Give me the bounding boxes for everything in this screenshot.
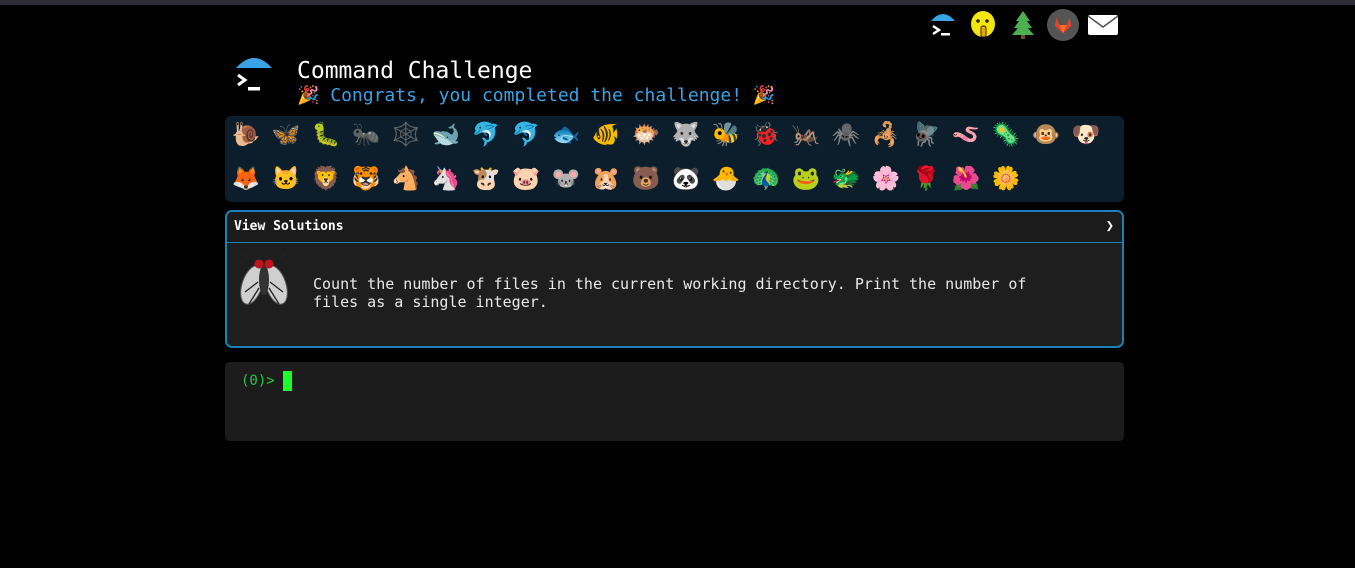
fox-icon[interactable]: 🦊 <box>229 162 263 196</box>
microbe-icon[interactable]: 🦠 <box>989 118 1023 152</box>
view-solutions-label: View Solutions <box>234 219 344 234</box>
mouse-icon[interactable]: 🐭 <box>549 162 583 196</box>
challenge-animal-grid: 🐌 🦋 🐛 🐜 🕸️ 🐋 🐬 🐬 🐟 🐠 🐡 🐺 🐝 🐞 🦗 🕷️ 🦂 🪰 🪱 … <box>225 116 1124 202</box>
butterfly-icon[interactable]: 🦋 <box>269 118 303 152</box>
spider-icon[interactable]: 🕷️ <box>829 118 863 152</box>
tiger-icon[interactable]: 🐯 <box>349 162 383 196</box>
tropical-fish-icon[interactable]: 🐠 <box>589 118 623 152</box>
terminal-input[interactable]: (0)> <box>225 362 1124 441</box>
tree-icon[interactable] <box>1006 8 1040 42</box>
unicorn-icon[interactable]: 🦄 <box>429 162 463 196</box>
hamster-icon[interactable]: 🐹 <box>589 162 623 196</box>
hatching-chick-icon[interactable]: 🐣 <box>709 162 743 196</box>
dragon-icon[interactable]: 🐲 <box>829 162 863 196</box>
hibiscus-icon[interactable]: 🌺 <box>949 162 983 196</box>
scorpion-icon[interactable]: 🦂 <box>869 118 903 152</box>
terminal-prompt: (0)> <box>241 373 275 389</box>
top-bar <box>0 0 1355 5</box>
challenge-panel: View Solutions ❯ Count the number of fil… <box>225 210 1124 348</box>
view-solutions-toggle[interactable]: View Solutions ❯ <box>227 212 1122 243</box>
chevron-right-icon: ❯ <box>1105 218 1114 234</box>
pig-icon[interactable]: 🐷 <box>509 162 543 196</box>
completion-message: 🎉 Congrats, you completed the challenge!… <box>297 85 776 106</box>
shushing-face-icon[interactable] <box>966 8 1000 42</box>
gitlab-icon[interactable] <box>1046 8 1080 42</box>
panda-icon[interactable]: 🐼 <box>669 162 703 196</box>
bee-icon[interactable]: 🐝 <box>709 118 743 152</box>
cherry-blossom-icon[interactable]: 🌸 <box>869 162 903 196</box>
fly-icon <box>240 252 288 305</box>
spider-web-icon[interactable]: 🕸️ <box>389 118 423 152</box>
challenge-description: Count the number of files in the current… <box>313 275 1027 311</box>
fly-icon[interactable]: 🪰 <box>909 118 943 152</box>
command-challenge-logo <box>236 58 272 98</box>
rose-icon[interactable]: 🌹 <box>909 162 943 196</box>
cow-icon[interactable]: 🐮 <box>469 162 503 196</box>
bear-icon[interactable]: 🐻 <box>629 162 663 196</box>
monkey-icon[interactable]: 🐵 <box>1029 118 1063 152</box>
ladybug-icon[interactable]: 🐞 <box>749 118 783 152</box>
blowfish-icon[interactable]: 🐡 <box>629 118 663 152</box>
cricket-icon[interactable]: 🦗 <box>789 118 823 152</box>
frog-icon[interactable]: 🐸 <box>789 162 823 196</box>
wolf-icon[interactable]: 🐺 <box>669 118 703 152</box>
cat-icon[interactable]: 🐱 <box>269 162 303 196</box>
peacock-icon[interactable]: 🦚 <box>749 162 783 196</box>
caterpillar-icon[interactable]: 🐛 <box>309 118 343 152</box>
whale-icon[interactable]: 🐋 <box>429 118 463 152</box>
terminal-umbrella-icon[interactable] <box>926 8 960 42</box>
dolphin-gray-icon[interactable]: 🐬 <box>509 118 543 152</box>
envelope-icon[interactable] <box>1086 8 1120 42</box>
lion-icon[interactable]: 🦁 <box>309 162 343 196</box>
dolphin-icon[interactable]: 🐬 <box>469 118 503 152</box>
ant-icon[interactable]: 🐜 <box>349 118 383 152</box>
worm-icon[interactable]: 🪱 <box>949 118 983 152</box>
fish-icon[interactable]: 🐟 <box>549 118 583 152</box>
page-title: Command Challenge <box>297 58 533 84</box>
top-icon-bar <box>926 8 1126 42</box>
dog-icon[interactable]: 🐶 <box>1069 118 1103 152</box>
horse-icon[interactable]: 🐴 <box>389 162 423 196</box>
snail-icon[interactable]: 🐌 <box>229 118 263 152</box>
blossom-icon[interactable]: 🌼 <box>989 162 1023 196</box>
terminal-cursor <box>283 371 292 391</box>
